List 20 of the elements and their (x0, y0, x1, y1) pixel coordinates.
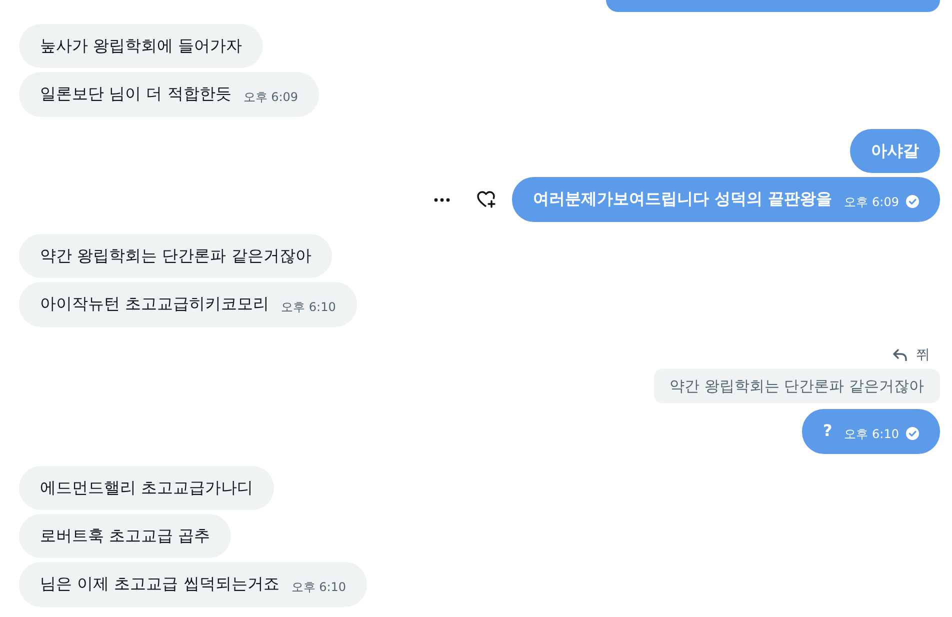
message-text: 눞사가 왕립학회에 들어가자 (40, 36, 242, 56)
message-text: ? (822, 421, 832, 441)
quoted-message: 약간 왕립학회는 단간론파 같은거잖아 (654, 369, 940, 403)
message-time: 오후 6:10 (291, 579, 346, 596)
message-text: 님은 이제 초고교급 씹덕되는거죠 (40, 574, 280, 594)
heart-plus-icon[interactable] (477, 191, 496, 208)
reply-arrow-icon (893, 349, 907, 361)
message-time: 오후 6:10 (844, 426, 899, 443)
message-text: 아샤갈 (871, 141, 919, 161)
message-text: 일론보단 님이 더 적합한듯 (40, 84, 232, 104)
reply-label: 쮜 (916, 346, 930, 365)
message-time: 오후 6:10 (281, 299, 336, 316)
message-text: 여러분제가보여드립니다 성덕의 끝판왕을 (533, 189, 832, 209)
more-icon[interactable] (434, 198, 450, 202)
message-text: 약간 왕립학회는 단간론파 같은거잖아 (40, 246, 312, 266)
message-time: 오후 6:09 (243, 89, 298, 106)
message-text: 로버트훅 초고교급 곱추 (40, 526, 210, 546)
message-time: 오후 6:09 (844, 194, 899, 211)
message-text: 아이작뉴턴 초고교급히키코모리 (40, 294, 270, 314)
message-text: 에드먼드핼리 초고교급가나디 (40, 478, 254, 498)
